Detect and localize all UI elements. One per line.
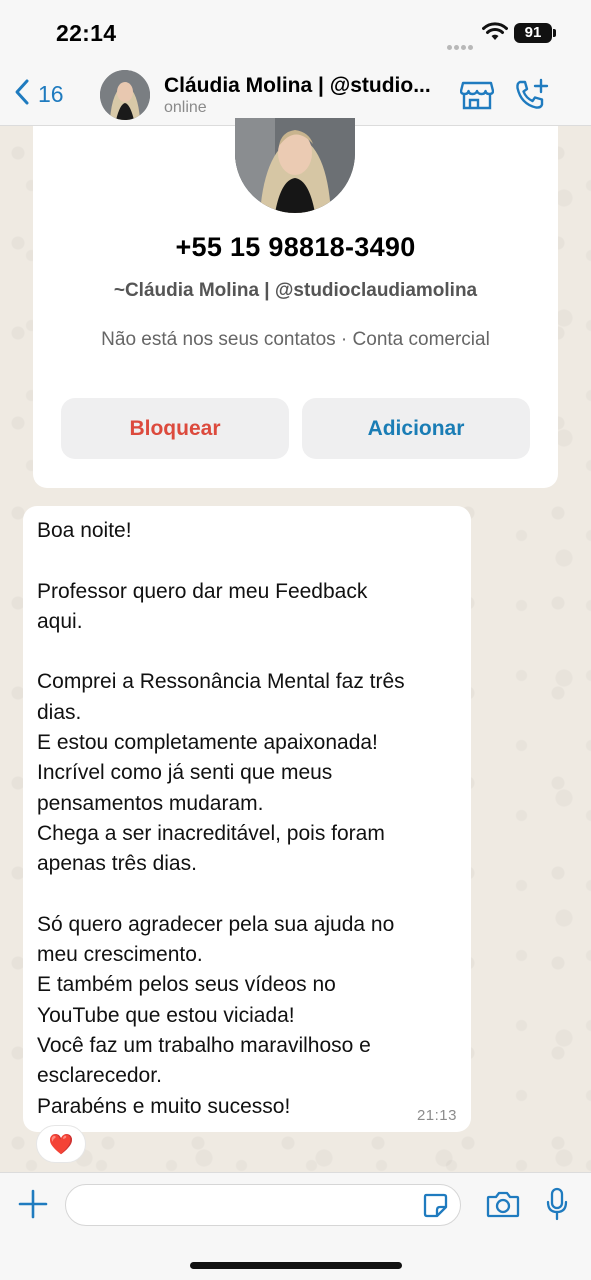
phone-add-icon[interactable] <box>514 78 550 117</box>
storefront-icon[interactable] <box>459 80 495 115</box>
contact-handle: ~Cláudia Molina | @studioclaudiamolina <box>113 280 478 301</box>
message-text: Boa noite! Professor quero dar meu Feedb… <box>37 519 405 1118</box>
camera-icon[interactable] <box>486 1190 520 1223</box>
battery-icon: 91 <box>514 23 556 43</box>
sticker-icon[interactable] <box>422 1192 448 1223</box>
plus-icon[interactable] <box>16 1187 50 1226</box>
heart-reaction-icon[interactable]: ❤️ <box>36 1125 86 1163</box>
contact-photo[interactable] <box>235 118 355 213</box>
contact-info: Não está nos seus contatos · Conta comer… <box>101 329 490 350</box>
add-contact-button[interactable]: Adicionar <box>302 398 530 459</box>
chat-header: 16 Cláudia Molina | @studio... online <box>0 62 591 126</box>
contact-phone: +55 15 98818-3490 <box>175 232 416 262</box>
message-input[interactable] <box>80 1185 410 1225</box>
incoming-message-bubble[interactable]: Boa noite! Professor quero dar meu Feedb… <box>23 506 471 1132</box>
contact-info-card: +55 15 98818-3490 ~Cláudia Molina | @stu… <box>33 118 558 488</box>
block-button[interactable]: Bloquear <box>61 398 289 459</box>
message-time: 21:13 <box>416 1107 457 1124</box>
contact-name[interactable]: Cláudia Molina | @studio... <box>164 74 444 98</box>
contact-status: online <box>164 99 207 116</box>
microphone-icon[interactable] <box>545 1187 569 1226</box>
contact-avatar[interactable] <box>100 70 150 120</box>
status-bar: 22:14 91 <box>0 0 591 62</box>
message-field[interactable] <box>65 1184 461 1226</box>
back-button[interactable]: 16 <box>14 78 64 111</box>
wifi-icon <box>482 22 508 47</box>
home-indicator <box>190 1262 402 1269</box>
status-time: 22:14 <box>56 20 117 46</box>
chevron-left-icon <box>14 78 30 111</box>
unread-count: 16 <box>38 81 64 107</box>
signal-icon <box>447 37 475 50</box>
